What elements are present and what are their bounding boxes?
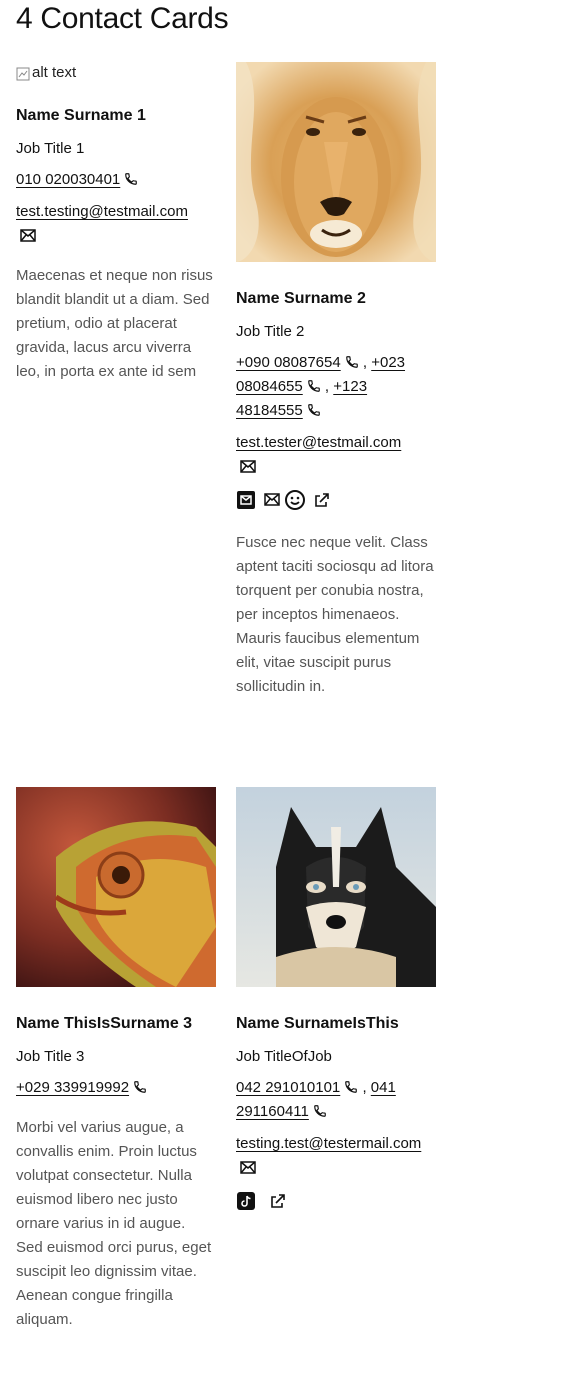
external-link-icon[interactable] [270, 1193, 286, 1214]
tiktok-icon[interactable] [236, 1191, 256, 1216]
chameleon-image [16, 787, 216, 987]
contact-card-3: Name ThisIsSurname 3 Job Title 3 +029 33… [16, 787, 216, 1332]
email-line: test.testing@testmail.com [16, 200, 216, 248]
email-square-icon[interactable] [236, 490, 256, 515]
job-title: Job Title 1 [16, 140, 85, 157]
email-link[interactable]: test.tester@testmail.com [236, 434, 401, 451]
contact-card-2: Name Surname 2 Job Title 2 +090 08087654… [236, 62, 436, 699]
job-title: Job Title 2 [236, 323, 305, 340]
phone-icon [345, 355, 359, 369]
phone-icon [307, 379, 321, 393]
envelope-icon [20, 229, 36, 242]
email-link[interactable]: test.testing@testmail.com [16, 203, 188, 220]
phone-list: 042 291010101 , 041 291160411 [236, 1076, 436, 1124]
contact-card-1: alt text Name Surname 1 Job Title 1 010 … [16, 62, 216, 384]
phone-list: 010 020030401 [16, 168, 216, 192]
phone-link[interactable]: +090 08087654 [236, 354, 341, 371]
envelope-icon[interactable] [264, 493, 280, 511]
phone-icon [313, 1104, 327, 1118]
husky-image [236, 787, 436, 987]
card-description: Maecenas et neque non risus blandit blan… [16, 267, 213, 380]
phone-link[interactable]: 042 291010101 [236, 1079, 340, 1096]
contact-name: Name ThisIsSurname 3 [16, 1015, 193, 1032]
phone-icon [307, 403, 321, 417]
lion-image [236, 62, 436, 262]
email-line: testing.test@testermail.com [236, 1132, 436, 1180]
social-links [236, 489, 436, 515]
contact-name: Name Surname 1 [16, 107, 146, 124]
phone-link[interactable]: +029 339919992 [16, 1079, 129, 1096]
image-alt-text: alt text [32, 64, 77, 81]
email-line: test.tester@testmail.com [236, 431, 436, 479]
email-link[interactable]: testing.test@testermail.com [236, 1135, 421, 1152]
separator: , [320, 378, 334, 395]
contact-card-4: Name SurnameIsThis Job TitleOfJob 042 29… [236, 787, 436, 1216]
phone-list: +090 08087654 , +023 08084655 , +123 481… [236, 351, 436, 423]
broken-image: alt text [16, 62, 216, 84]
smiley-icon[interactable] [284, 489, 306, 516]
separator: , [358, 1079, 371, 1096]
external-link-icon[interactable] [314, 492, 330, 513]
phone-link[interactable]: 010 020030401 [16, 171, 120, 188]
phone-icon [124, 172, 138, 186]
card-description: Fusce nec neque velit. Class aptent taci… [236, 534, 434, 695]
phone-list: +029 339919992 [16, 1076, 216, 1100]
page-title: 4 Contact Cards [16, 2, 229, 35]
envelope-icon [240, 460, 256, 473]
separator: , [358, 354, 372, 371]
card-description: Morbi vel varius augue, a convallis enim… [16, 1119, 212, 1328]
phone-icon [344, 1080, 358, 1094]
broken-image-icon [16, 66, 30, 81]
envelope-icon [240, 1161, 256, 1174]
phone-icon [133, 1080, 147, 1094]
contact-name: Name Surname 2 [236, 290, 366, 307]
job-title: Job TitleOfJob [236, 1048, 332, 1065]
contact-name: Name SurnameIsThis [236, 1015, 399, 1032]
social-links [236, 1190, 436, 1216]
job-title: Job Title 3 [16, 1048, 85, 1065]
